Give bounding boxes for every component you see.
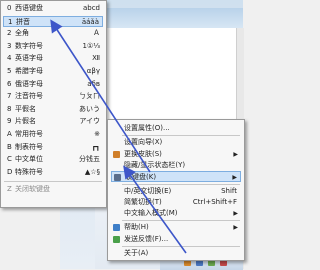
item-sample: Ａ: [93, 29, 100, 38]
item-sample: ㄅㄆㄇ: [79, 92, 100, 101]
soft-keyboard-item[interactable]: C 中文单位 分钱五: [3, 154, 103, 165]
menu-separator: [122, 246, 240, 247]
item-label: 希腊字母: [15, 67, 43, 75]
item-label: 制表符号: [15, 142, 43, 151]
menu-item-label: 中文输入模式(M): [124, 209, 178, 218]
soft-keyboard-item[interactable]: 6 俄语字母 абв: [3, 79, 103, 90]
menu-separator: [122, 183, 240, 185]
item-number: 0: [7, 4, 12, 12]
menu-item-label: 软键盘(K): [125, 173, 157, 182]
item-number: Z: [7, 185, 12, 194]
soft-keyboard-item[interactable]: 5 希腊字母 αβγ: [3, 66, 103, 77]
item-sample: αβγ: [86, 67, 100, 75]
item-number: C: [7, 155, 12, 164]
keyboard-icon: [114, 174, 121, 182]
menu-item-label: 关于(A): [124, 249, 149, 257]
soft-keyboard-submenu: 0 西语键盘 abcd 1 拼音 āáǎà 2 全角 Ａ 3 数字符号 1①⅓ 4 英语字母 Ⅻ 5 希腊字母 α…: [0, 0, 107, 208]
item-sample: Ⅻ: [92, 54, 100, 63]
item-number: 8: [7, 104, 12, 113]
item-sample: āáǎà: [81, 17, 99, 26]
menu-item-label: 设置向导(X): [124, 138, 163, 147]
soft-keyboard-item[interactable]: 4 英语字母 Ⅻ: [3, 53, 103, 64]
menu-separator: [4, 181, 102, 183]
soft-keyboard-item[interactable]: 3 数字符号 1①⅓: [3, 41, 103, 52]
item-number: 4: [7, 54, 12, 63]
menu-item-label: 设置属性(O)...: [124, 124, 170, 132]
soft-keyboard-item[interactable]: Z 关闭软键盘: [3, 184, 103, 195]
item-number: B: [7, 142, 12, 151]
item-number: 5: [7, 67, 12, 75]
context-menu-item[interactable]: 关于(A): [111, 248, 241, 259]
item-label: 西语键盘: [15, 4, 43, 12]
soft-keyboard-item[interactable]: 9 片假名 アイウ: [3, 116, 103, 127]
item-number: D: [7, 167, 13, 176]
item-sample: あいう: [79, 104, 100, 113]
item-number: 3: [7, 41, 12, 50]
item-sample: abcd: [82, 4, 100, 12]
item-label: 常用符号: [15, 130, 43, 138]
menu-item-shortcut: Ctrl+Shift+F: [192, 197, 237, 206]
soft-keyboard-item[interactable]: D 特殊符号 ▲☆§: [3, 167, 103, 178]
context-menu-item[interactable]: 隐藏/显示状态栏(Y): [111, 160, 241, 171]
item-label: 全角: [15, 29, 29, 38]
item-label: 片假名: [15, 117, 36, 126]
context-menu-item[interactable]: 发送反馈(F)...: [111, 234, 241, 245]
context-menu-item[interactable]: 中文输入模式(M) ▶: [111, 208, 241, 219]
item-number: A: [7, 130, 12, 138]
context-menu-item[interactable]: 帮助(H) ▶: [111, 222, 241, 233]
background-titlebar: [95, 8, 243, 29]
item-label: 注音符号: [15, 92, 43, 101]
item-sample: 1①⅓: [82, 41, 100, 50]
submenu-arrow-icon: ▶: [233, 210, 238, 218]
item-sample: アイウ: [79, 117, 100, 126]
item-label: 俄语字母: [15, 79, 43, 88]
help-icon: [113, 224, 120, 232]
ime-context-menu: 设置属性(O)... 设置向导(X) 更换皮肤(S) ▶ 隐藏/显示状态栏(Y) 软键盘(…: [107, 119, 245, 261]
context-menu-item[interactable]: 设置属性(O)...: [111, 123, 241, 134]
context-menu-item[interactable]: 更换皮肤(S) ▶: [111, 149, 241, 160]
item-label: 数字符号: [15, 41, 43, 50]
item-number: 9: [7, 117, 12, 126]
item-sample: ▲☆§: [84, 167, 100, 176]
soft-keyboard-item[interactable]: 7 注音符号 ㄅㄆㄇ: [3, 91, 103, 102]
menu-item-label: 更换皮肤(S): [124, 149, 162, 158]
context-menu-item[interactable]: 软键盘(K) ▶: [111, 171, 241, 183]
item-label: 中文单位: [15, 155, 43, 164]
menu-item-label: 中/英文切换(E): [124, 186, 172, 195]
menu-separator: [122, 135, 240, 137]
menu-item-label: 简繁切换(T): [124, 197, 162, 206]
item-label: 拼音: [16, 17, 30, 26]
soft-keyboard-item[interactable]: 2 全角 Ａ: [3, 28, 103, 39]
soft-keyboard-item[interactable]: B 制表符号 ┏┓: [3, 142, 103, 153]
menu-item-label: 帮助(H): [124, 223, 149, 232]
soft-keyboard-item[interactable]: 1 拼音 āáǎà: [3, 15, 103, 27]
menu-item-shortcut: Shift: [221, 186, 237, 195]
feedback-icon: [113, 235, 120, 243]
item-sample: ※: [94, 130, 100, 138]
menu-separator: [122, 220, 240, 222]
context-menu-item[interactable]: 简繁切换(T) Ctrl+Shift+F: [111, 197, 241, 208]
item-label: 关闭软键盘: [15, 185, 50, 194]
item-sample: абв: [87, 79, 100, 88]
submenu-arrow-icon: ▶: [233, 150, 238, 158]
item-sample: 分钱五: [79, 155, 100, 164]
item-label: 特殊符号: [15, 167, 43, 176]
item-number: 1: [8, 17, 13, 26]
soft-keyboard-item[interactable]: 8 平假名 あいう: [3, 104, 103, 115]
skin-icon: [113, 150, 120, 158]
item-sample: ┏┓: [91, 142, 100, 151]
item-number: 6: [7, 79, 12, 88]
menu-item-label: 隐藏/显示状态栏(Y): [124, 160, 186, 169]
menu-item-label: 发送反馈(F)...: [124, 234, 169, 243]
context-menu-item[interactable]: 设置向导(X): [111, 137, 241, 148]
item-number: 2: [7, 29, 12, 38]
soft-keyboard-item[interactable]: 0 西语键盘 abcd: [3, 3, 103, 14]
item-number: 7: [7, 92, 12, 101]
item-label: 平假名: [15, 104, 36, 113]
submenu-arrow-icon: ▶: [233, 224, 238, 232]
soft-keyboard-item[interactable]: A 常用符号 ※: [3, 129, 103, 140]
context-menu-item[interactable]: 中/英文切换(E) Shift: [111, 186, 241, 197]
submenu-arrow-icon: ▶: [232, 174, 237, 182]
item-label: 英语字母: [15, 54, 43, 63]
